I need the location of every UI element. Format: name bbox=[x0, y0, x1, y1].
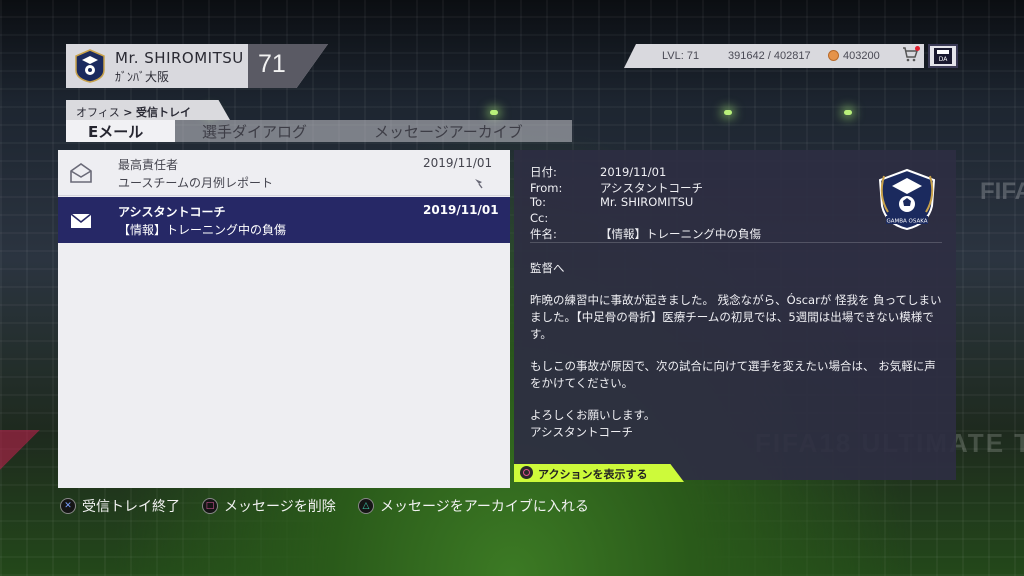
show-actions-button[interactable]: アクションを表示する bbox=[514, 464, 684, 482]
delete-message-label: メッセージを削除 bbox=[224, 499, 336, 515]
notification-dot bbox=[915, 46, 920, 51]
meta-divider bbox=[530, 242, 942, 243]
body-paragraph: 昨晩の練習中に事故が起きました。 残念ながら、Óscarが 怪我を 負ってしまい… bbox=[530, 293, 942, 341]
coin-icon bbox=[828, 50, 839, 61]
club-rating: 71 bbox=[258, 50, 286, 78]
detail-subject: 【情報】トレーニング中の負傷 bbox=[600, 227, 761, 241]
floodlight bbox=[724, 110, 732, 115]
floodlight bbox=[844, 110, 852, 115]
subject-label: 件名: bbox=[530, 227, 557, 241]
xp-counter: 391642 / 402817 bbox=[728, 50, 811, 62]
circle-button-icon bbox=[520, 466, 533, 479]
gamba-osaka-crest-icon: GAMBA OSAKA bbox=[878, 168, 936, 231]
status-bar: LVL: 71 391642 / 402817 403200 bbox=[624, 44, 924, 68]
message-subject: 【情報】トレーニング中の負傷 bbox=[118, 223, 287, 237]
exit-inbox-hint[interactable]: ✕ 受信トレイ終了 bbox=[60, 496, 180, 516]
detail-to: Mr. SHIROMITSU bbox=[600, 195, 694, 209]
message-row[interactable]: 最高責任者 ユースチームの月例レポート 2019/11/01 bbox=[58, 150, 510, 196]
breadcrumb-separator: > bbox=[123, 106, 133, 119]
tab-email[interactable]: Eメール bbox=[66, 120, 175, 142]
svg-text:DA: DA bbox=[939, 56, 949, 63]
date-label: 日付: bbox=[530, 165, 557, 179]
exit-inbox-label: 受信トレイ終了 bbox=[82, 499, 180, 515]
svg-text:GAMBA OSAKA: GAMBA OSAKA bbox=[886, 219, 927, 225]
message-date: 2019/11/01 bbox=[423, 156, 493, 170]
profile-header[interactable]: Mr. SHIROMITSU ｶﾞﾝﾊﾞ大阪 71 bbox=[66, 44, 328, 88]
body-paragraph: よろしくお願いします。 アシスタントコーチ bbox=[530, 408, 656, 439]
message-sender: アシスタントコーチ bbox=[118, 205, 226, 219]
whistle-icon bbox=[475, 179, 483, 189]
tab-message-archive[interactable]: メッセージアーカイブ bbox=[374, 120, 523, 142]
tab-player-dialog[interactable]: 選手ダイアログ bbox=[202, 120, 307, 142]
archive-message-label: メッセージをアーカイブに入れる bbox=[380, 499, 589, 515]
banner-edge bbox=[0, 430, 40, 470]
floodlight bbox=[490, 110, 498, 115]
show-actions-label: アクションを表示する bbox=[538, 468, 648, 481]
square-button-icon: □ bbox=[202, 498, 218, 514]
watermark-fifa: FIFA bbox=[980, 178, 1024, 205]
message-subject: ユースチームの月例レポート bbox=[118, 176, 274, 190]
body-paragraph: 監督へ bbox=[530, 261, 565, 275]
from-label: From: bbox=[530, 180, 563, 195]
message-row-selected[interactable]: アシスタントコーチ 【情報】トレーニング中の負傷 2019/11/01 bbox=[58, 197, 510, 243]
breadcrumb-current: 受信トレイ bbox=[136, 106, 191, 119]
delete-message-hint[interactable]: □ メッセージを削除 bbox=[202, 496, 336, 516]
detail-date: 2019/11/01 bbox=[600, 165, 667, 179]
message-sender: 最高責任者 bbox=[118, 158, 179, 172]
level-label: LVL: 71 bbox=[662, 50, 700, 62]
triangle-button-icon: △ bbox=[358, 498, 374, 514]
envelope-icon bbox=[70, 213, 92, 228]
avatar[interactable]: DA bbox=[928, 44, 958, 68]
breadcrumb: オフィス > 受信トレイ bbox=[66, 100, 230, 120]
inbox-tabs: Eメール 選手ダイアログ メッセージアーカイブ bbox=[66, 120, 572, 142]
detail-from: アシスタントコーチ bbox=[600, 180, 704, 195]
cross-button-icon: ✕ bbox=[60, 498, 76, 514]
message-meta: 日付: 2019/11/01 From: アシスタントコーチ To: Mr. SHIR… bbox=[530, 164, 761, 242]
profile-name: Mr. SHIROMITSU bbox=[115, 49, 244, 67]
breadcrumb-parent[interactable]: オフィス bbox=[76, 106, 120, 119]
archive-message-hint[interactable]: △ メッセージをアーカイブに入れる bbox=[358, 496, 589, 516]
coin-balance: 403200 bbox=[843, 50, 880, 62]
cc-label: Cc: bbox=[530, 210, 549, 225]
body-paragraph: もしこの事故が原因で、次の試合に向けて選手を変えたい場合は、 お気軽に声をかけて… bbox=[530, 359, 936, 390]
to-label: To: bbox=[530, 195, 546, 209]
manager-avatar-icon: DA bbox=[934, 48, 952, 64]
message-list: 最高責任者 ユースチームの月例レポート 2019/11/01 アシスタントコーチ… bbox=[58, 150, 510, 488]
message-detail-panel: 日付: 2019/11/01 From: アシスタントコーチ To: Mr. SHIR… bbox=[514, 150, 956, 480]
envelope-open-icon bbox=[70, 163, 92, 183]
club-name: ｶﾞﾝﾊﾞ大阪 bbox=[115, 70, 170, 84]
club-crest-icon bbox=[75, 49, 105, 83]
message-date: 2019/11/01 bbox=[423, 203, 499, 217]
message-body: 監督へ 昨晩の練習中に事故が起きました。 残念ながら、Óscarが 怪我を 負っ… bbox=[530, 260, 944, 456]
